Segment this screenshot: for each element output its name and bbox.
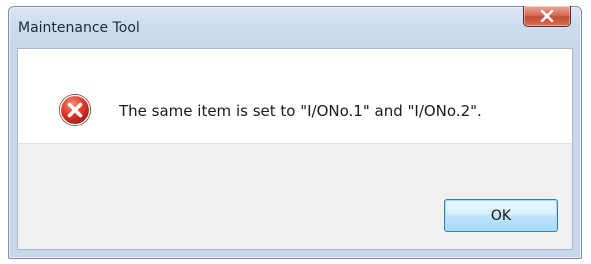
title-bar[interactable]: Maintenance Tool (9, 6, 581, 47)
dialog-body: The same item is set to "I/ONo.1" and "I… (17, 48, 573, 250)
close-x-icon (540, 10, 554, 22)
ok-button[interactable]: OK (444, 199, 558, 232)
message-area: The same item is set to "I/ONo.1" and "I… (18, 49, 572, 143)
error-icon (59, 94, 91, 126)
window-title: Maintenance Tool (18, 20, 140, 36)
error-message: The same item is set to "I/ONo.1" and "I… (119, 102, 482, 120)
dialog-window: Maintenance Tool The same item is set to… (8, 6, 582, 259)
button-bar: OK (18, 143, 572, 249)
close-button[interactable] (523, 6, 571, 27)
